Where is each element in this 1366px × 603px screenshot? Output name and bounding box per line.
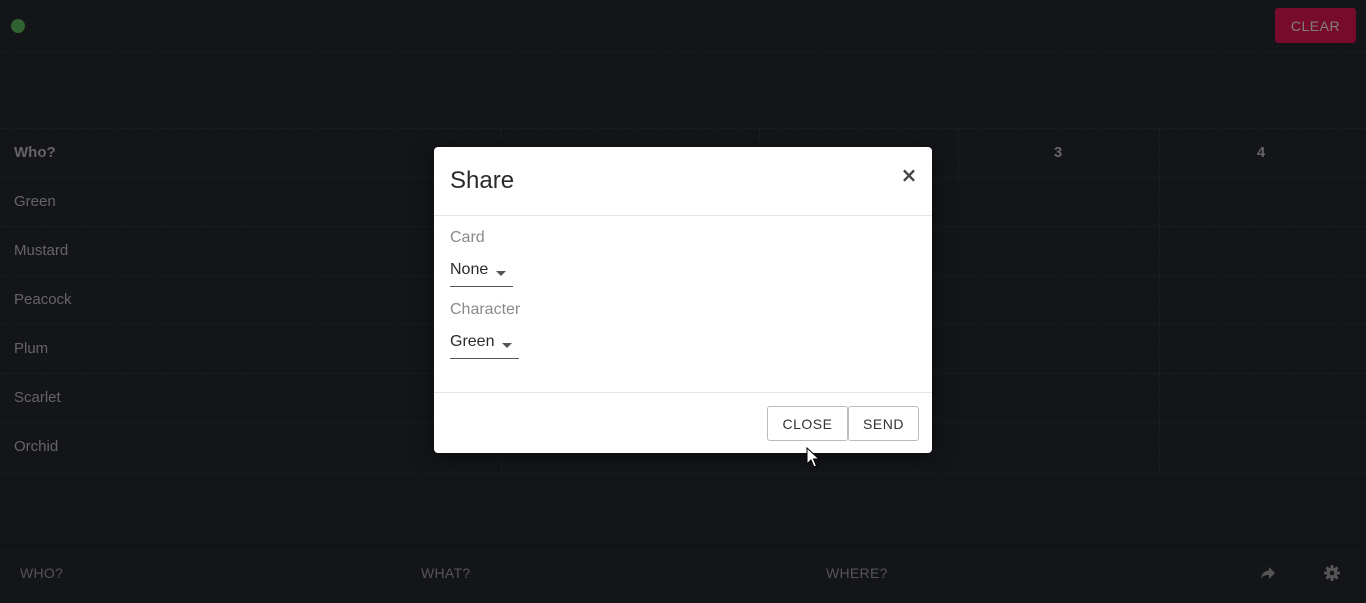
dialog-header: Share × <box>434 147 932 216</box>
mouse-cursor-icon <box>806 447 821 468</box>
character-select[interactable]: Green <box>450 329 519 359</box>
chevron-down-icon <box>496 271 506 276</box>
close-icon[interactable]: × <box>900 165 918 185</box>
character-label: Character <box>450 301 521 318</box>
card-select-value: None <box>450 261 489 278</box>
chevron-down-icon <box>502 343 512 348</box>
dialog-title: Share <box>450 167 515 194</box>
character-select-value: Green <box>450 333 495 350</box>
card-label: Card <box>450 229 485 246</box>
close-button[interactable]: CLOSE <box>767 406 848 441</box>
card-select[interactable]: None <box>450 257 513 287</box>
send-button[interactable]: SEND <box>848 406 919 441</box>
dialog-footer: CLOSE SEND <box>434 392 932 453</box>
share-dialog: Share × Card None Character Green CLOSE … <box>434 147 932 453</box>
